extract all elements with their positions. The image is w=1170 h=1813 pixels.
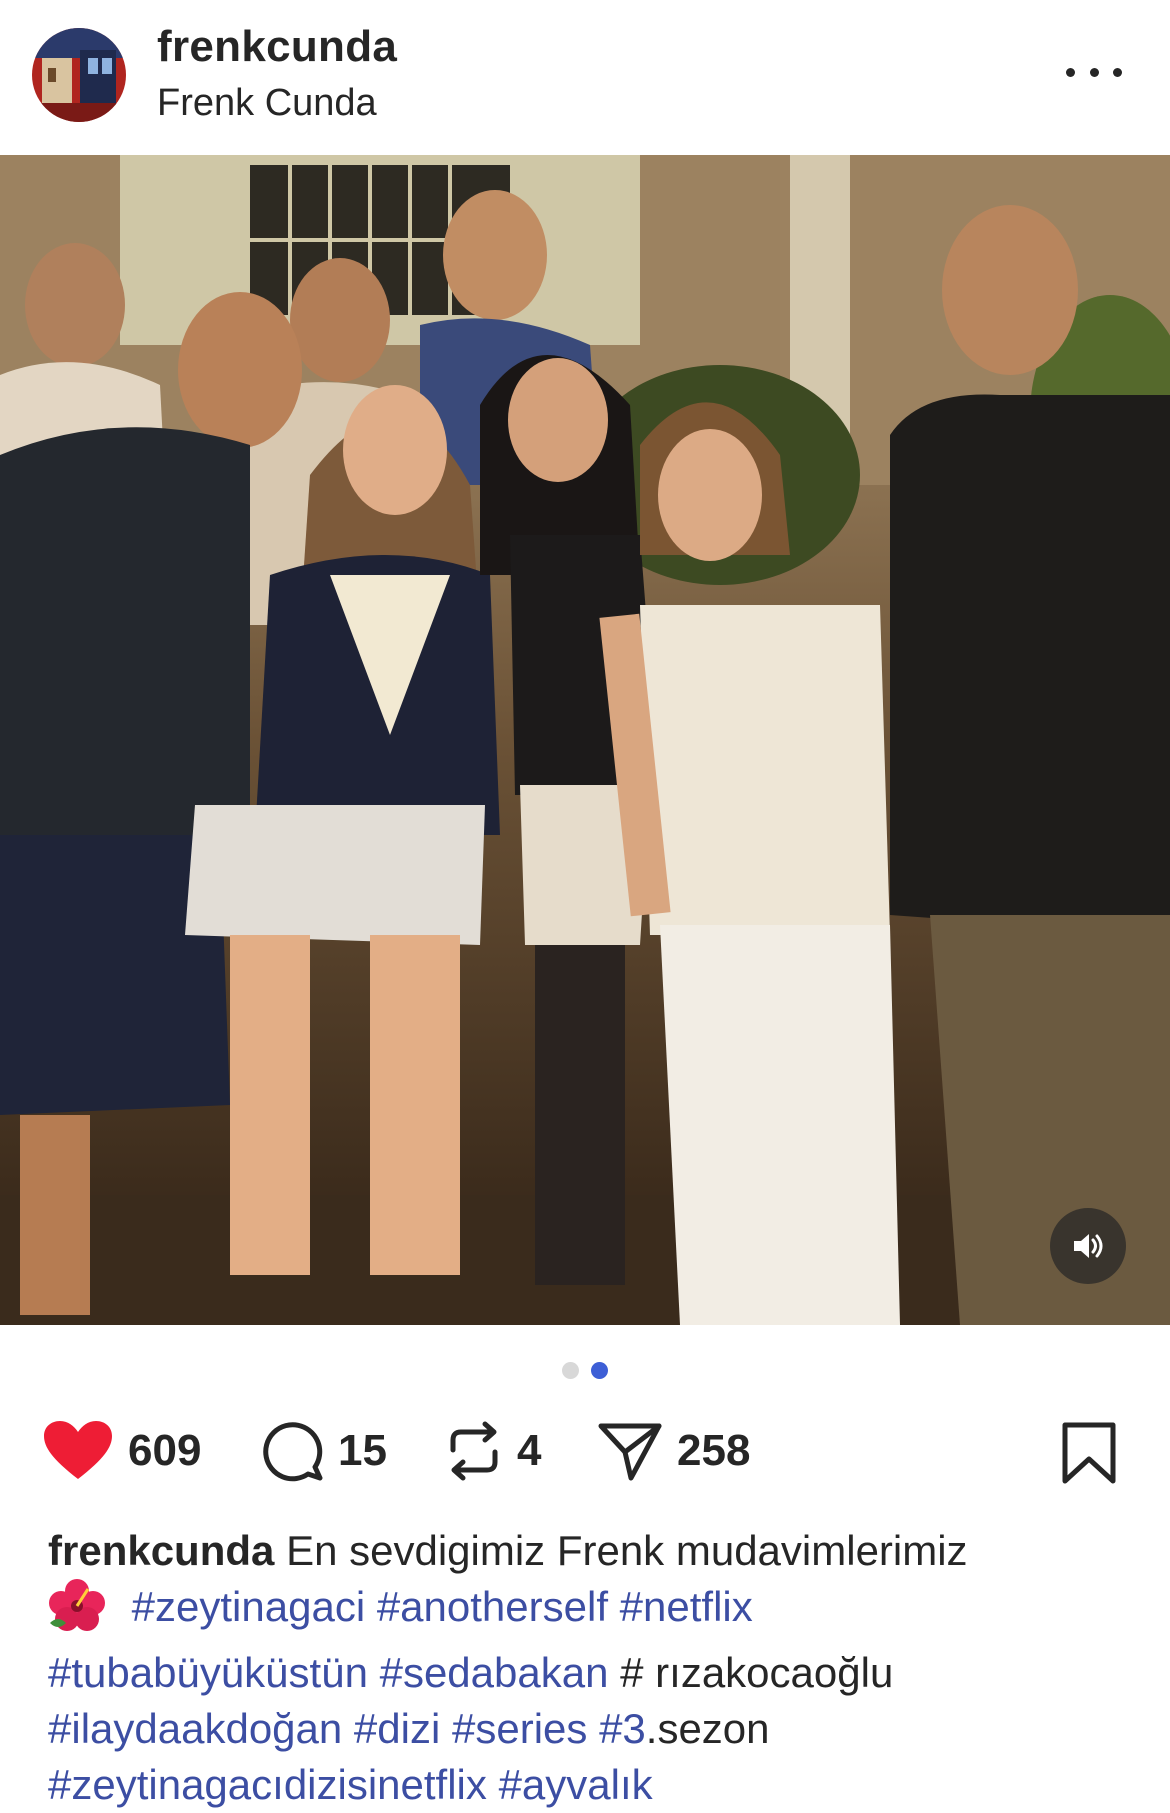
- hashtag-link[interactable]: #tubabüyüküstün: [48, 1649, 368, 1696]
- more-dot: [1089, 67, 1099, 77]
- comment-icon: [263, 1422, 323, 1482]
- share-icon: [598, 1423, 662, 1481]
- post-username[interactable]: frenkcunda: [157, 22, 397, 72]
- share-count: 258: [677, 1426, 751, 1475]
- comment-count: 15: [338, 1426, 387, 1475]
- post-photo[interactable]: [0, 155, 1170, 1325]
- carousel-indicator: [0, 1362, 1170, 1382]
- hashtag-link[interactable]: #ilaydaakdoğan: [48, 1705, 342, 1752]
- repost-count: 4: [517, 1426, 542, 1475]
- carousel-dot-active: [591, 1362, 608, 1379]
- more-dot: [1066, 67, 1075, 77]
- caption-line: #zeytinagacıdizisinetflix #ayvalık: [48, 1757, 1138, 1813]
- hashtag-link[interactable]: #anotherself: [377, 1583, 608, 1630]
- post-header: frenkcunda Frenk Cunda: [0, 0, 1170, 155]
- caption-text: En sevdigimiz Frenk mudavimlerimiz: [286, 1527, 968, 1574]
- more-icon[interactable]: [1066, 52, 1122, 92]
- hashtag-link[interactable]: #series: [452, 1705, 587, 1752]
- more-dot: [1113, 67, 1122, 77]
- speaker-icon[interactable]: [1050, 1208, 1126, 1284]
- caption-line: #ilaydaakdoğan #dizi #series #3.sezon: [48, 1701, 1138, 1757]
- caption-username[interactable]: frenkcunda: [48, 1527, 274, 1574]
- group-photo: [0, 155, 1170, 1325]
- caption-line: #tubabüyüküstün #sedabakan # rızakocaoğl…: [48, 1645, 1138, 1701]
- caption-text: .sezon: [645, 1705, 770, 1752]
- bookmark-glyph: [1062, 1422, 1116, 1484]
- share-button[interactable]: 258: [597, 1415, 750, 1487]
- like-button[interactable]: 609: [42, 1415, 201, 1487]
- post-caption: frenkcunda En sevdigimiz Frenk mudavimle…: [48, 1523, 1138, 1813]
- hashtag-link[interactable]: #zeytinagaci: [132, 1583, 365, 1630]
- hashtag-link[interactable]: #zeytinagacıdizisinetflix: [48, 1761, 487, 1808]
- heart-icon: [44, 1421, 112, 1479]
- hibiscus-emoji: [48, 1579, 106, 1645]
- bookmark-icon[interactable]: [1060, 1421, 1118, 1490]
- carousel-dot: [562, 1362, 579, 1379]
- repost-button[interactable]: 4: [445, 1415, 541, 1487]
- hashtag-link[interactable]: #dizi: [354, 1705, 440, 1752]
- hashtag-link[interactable]: #netflix: [620, 1583, 753, 1630]
- caption-line: #zeytinagaci #anotherself #netflix: [48, 1579, 1138, 1645]
- caption-text: # rızakocaoğlu: [620, 1649, 894, 1696]
- caption-line: frenkcunda En sevdigimiz Frenk mudavimle…: [48, 1523, 1138, 1579]
- avatar[interactable]: [32, 28, 126, 122]
- post-full-name: Frenk Cunda: [157, 82, 377, 124]
- action-bar: 609 15 4 258: [0, 1415, 1170, 1487]
- hibiscus-icon: [49, 1579, 105, 1631]
- comment-button[interactable]: 15: [262, 1415, 387, 1487]
- like-count: 609: [128, 1426, 202, 1475]
- hashtag-link[interactable]: #3: [599, 1705, 646, 1752]
- avatar-image: [32, 28, 126, 122]
- repost-icon: [450, 1421, 498, 1481]
- hashtag-link[interactable]: #sedabakan: [380, 1649, 609, 1696]
- speaker-glyph: [1074, 1234, 1103, 1258]
- hashtag-link[interactable]: #ayvalık: [499, 1761, 653, 1808]
